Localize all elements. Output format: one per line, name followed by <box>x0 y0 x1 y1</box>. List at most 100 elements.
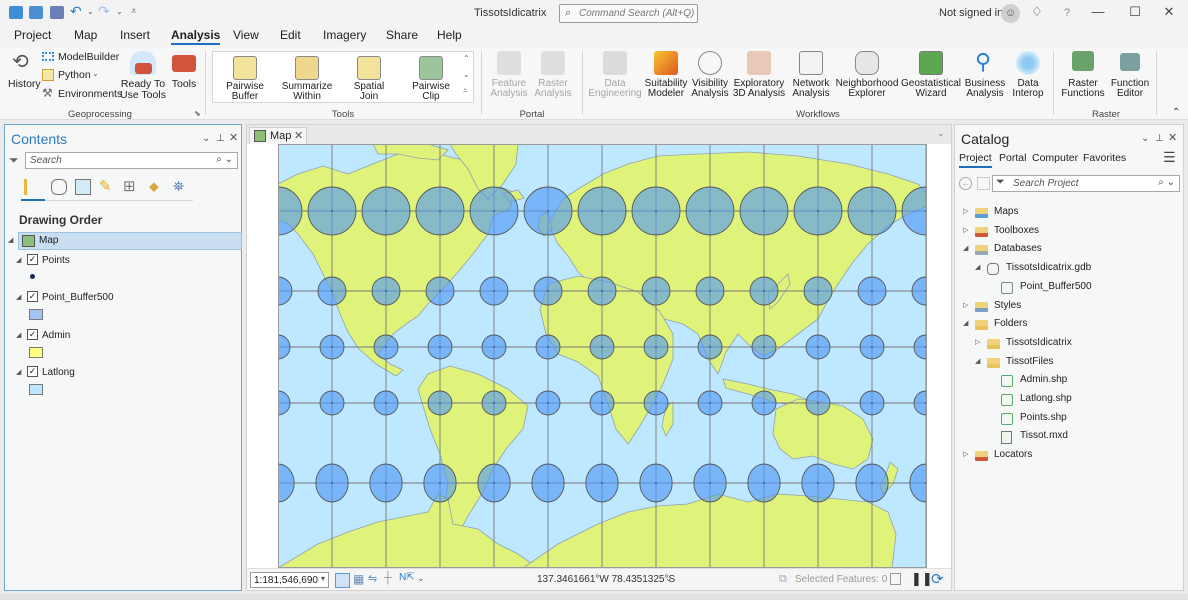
catalog-tree-item[interactable]: Latlong.shp <box>955 392 1183 408</box>
catalog-tab-favorites[interactable]: Favorites <box>1083 152 1126 164</box>
geoprocessing-launcher-icon[interactable]: ⬊ <box>194 109 201 118</box>
spatial-join-button[interactable]: Spatial Join <box>341 54 397 102</box>
notifications-bell-icon[interactable]: ♢ <box>1026 4 1048 20</box>
suitability-modeler-button[interactable]: Suitability Modeler <box>643 51 689 99</box>
catalog-tree-item[interactable]: ▷ Locators <box>955 448 1183 464</box>
signin-status[interactable]: Not signed in <box>939 7 1003 19</box>
redo-icon[interactable]: ↷ <box>98 3 110 20</box>
close-window-button[interactable]: ✕ <box>1158 4 1180 20</box>
minimize-button[interactable]: — <box>1087 4 1109 19</box>
exploratory-3d-analysis-button[interactable]: Exploratory 3D Analysis <box>731 51 787 99</box>
gallery-expand-icon[interactable]: ⩡ <box>463 86 468 96</box>
business-analysis-button[interactable]: ⚲ Business Analysis <box>962 49 1008 99</box>
layer-visibility-checkbox[interactable]: ✓ <box>27 366 38 377</box>
tab-imagery[interactable]: Imagery <box>323 28 366 42</box>
collapse-ribbon-icon[interactable]: ⌃ <box>1172 107 1180 118</box>
expand-triangle-icon[interactable]: ▷ <box>963 226 968 234</box>
map-tools-dropdown-icon[interactable]: ⌄ <box>417 573 425 584</box>
north-arrow-icon[interactable]: N⇱ <box>399 572 415 583</box>
catalog-tab-portal[interactable]: Portal <box>999 152 1026 164</box>
contents-search-input[interactable]: Search ⌕ ⌄ <box>25 152 238 169</box>
point-symbol-icon[interactable] <box>30 274 35 279</box>
feature-analysis-button[interactable]: Feature Analysis <box>488 51 530 99</box>
catalog-search-input[interactable]: ⏷ Search Project ⌕ ⌄ <box>992 175 1180 192</box>
save-project-icon[interactable] <box>50 6 64 19</box>
catalog-tree-item[interactable]: Points.shp <box>955 411 1183 427</box>
collapse-triangle-icon[interactable]: ◢ <box>975 263 980 271</box>
pause-drawing-icon[interactable]: ❚❚ <box>911 571 933 587</box>
data-interop-button[interactable]: Data Interop <box>1008 51 1048 99</box>
layer-collapse-triangle-icon[interactable]: ◢ <box>16 331 21 339</box>
close-pane-icon[interactable]: ✕ <box>1168 131 1177 144</box>
layer-name[interactable]: Points <box>42 255 70 266</box>
layer-collapse-triangle-icon[interactable]: ◢ <box>16 256 21 264</box>
help-button[interactable]: ? <box>1056 7 1078 19</box>
collapse-triangle-icon[interactable]: ◢ <box>963 319 968 327</box>
collapse-triangle-icon[interactable]: ◢ <box>963 244 968 252</box>
catalog-tree-item[interactable]: ▷ Maps <box>955 205 1183 221</box>
gallery-scroll-down-icon[interactable]: ⌄ <box>463 70 470 79</box>
tab-project[interactable]: Project <box>14 28 51 42</box>
map-tree-item[interactable]: Map <box>18 232 242 250</box>
catalog-tab-computer[interactable]: Computer <box>1032 152 1078 164</box>
expand-triangle-icon[interactable]: ▷ <box>963 301 968 309</box>
python-button[interactable]: Python ⌄ <box>42 69 102 82</box>
pin-icon[interactable]: ⊥ <box>216 133 225 144</box>
tab-help[interactable]: Help <box>437 28 462 42</box>
pairwise-clip-button[interactable]: Pairwise Clip <box>403 54 459 102</box>
polygon-symbol-swatch[interactable] <box>29 347 43 358</box>
network-analysis-button[interactable]: Network Analysis <box>789 51 833 99</box>
summarize-within-button[interactable]: Summarize Within <box>279 54 335 102</box>
map-collapse-triangle-icon[interactable]: ◢ <box>8 236 13 244</box>
layer-collapse-triangle-icon[interactable]: ◢ <box>16 293 21 301</box>
geostatistical-wizard-button[interactable]: Geostatistical Wizard <box>901 51 961 99</box>
data-engineering-button[interactable]: Data Engineering <box>588 51 642 99</box>
history-button[interactable]: ⟲ History <box>8 49 41 95</box>
ready-to-use-tools-button[interactable]: Ready To Use Tools <box>120 49 166 101</box>
catalog-menu-icon[interactable]: ☰ <box>1163 149 1176 166</box>
snapping-icon[interactable]: ┼ <box>384 572 392 584</box>
collapse-triangle-icon[interactable]: ◢ <box>975 357 980 365</box>
pane-options-icon[interactable]: ⌄ <box>1141 133 1149 144</box>
list-by-drawing-order-icon[interactable] <box>24 179 42 195</box>
layer-visibility-checkbox[interactable]: ✓ <box>27 254 38 265</box>
filter-icon[interactable]: ⏷ <box>9 153 19 168</box>
pin-icon[interactable]: ⊥ <box>1155 133 1164 144</box>
undo-icon[interactable]: ↶ <box>70 3 82 20</box>
layer-name[interactable]: Admin <box>42 330 70 341</box>
catalog-tree-item[interactable]: ◢ Databases <box>955 242 1183 258</box>
user-avatar-icon[interactable]: ☺ <box>1001 4 1020 23</box>
open-project-icon[interactable] <box>29 6 43 19</box>
catalog-tree-item[interactable]: Tissot.mxd <box>955 429 1183 445</box>
layer-collapse-triangle-icon[interactable]: ◢ <box>16 368 21 376</box>
filter-icon[interactable]: ⏷ <box>996 176 1005 189</box>
raster-functions-button[interactable]: Raster Functions <box>1060 51 1106 99</box>
catalog-tree-item[interactable]: ▷ Toolboxes <box>955 224 1183 240</box>
catalog-tree-item[interactable]: ▷ Styles <box>955 299 1183 315</box>
catalog-tree-item[interactable]: ▷ TissotsIdicatrix <box>955 336 1183 352</box>
catalog-tree-item[interactable]: ◢ TissotFiles <box>955 355 1183 371</box>
polygon-symbol-swatch[interactable] <box>29 384 43 395</box>
catalog-tab-project[interactable]: Project <box>959 152 992 164</box>
back-icon[interactable]: ← <box>959 177 972 190</box>
maximize-button[interactable]: ☐ <box>1124 4 1146 20</box>
pairwise-buffer-button[interactable]: Pairwise Buffer <box>217 54 273 102</box>
selected-features-count[interactable]: Selected Features: 0 <box>795 574 887 585</box>
close-pane-icon[interactable]: ✕ <box>229 131 238 144</box>
tab-insert[interactable]: Insert <box>120 28 150 42</box>
catalog-tree-item[interactable]: Point_Buffer500 <box>955 280 1183 296</box>
redo-dropdown-icon[interactable]: ⌄ <box>116 7 123 16</box>
list-by-labeling-icon[interactable]: ⬥ <box>149 178 159 195</box>
function-editor-button[interactable]: Function Editor <box>1108 51 1152 99</box>
raster-analysis-button[interactable]: Raster Analysis <box>532 51 574 99</box>
scale-dropdown[interactable]: 1:181,546,690 ▾ <box>250 572 329 588</box>
refresh-selection-icon[interactable] <box>890 573 901 585</box>
gallery-scroll-up-icon[interactable]: ⌃ <box>463 54 470 63</box>
environments-button[interactable]: ⚒ Environments <box>42 86 122 100</box>
tab-share[interactable]: Share <box>386 28 418 42</box>
tab-analysis[interactable]: Analysis <box>171 28 221 45</box>
list-by-editing-icon[interactable]: ✎ <box>99 177 112 195</box>
list-by-perspective-icon[interactable]: ⛯ <box>173 178 184 195</box>
neighborhood-explorer-button[interactable]: Neighborhood Explorer <box>835 51 899 99</box>
customize-quick-access-icon[interactable]: ⩡ <box>131 6 137 17</box>
